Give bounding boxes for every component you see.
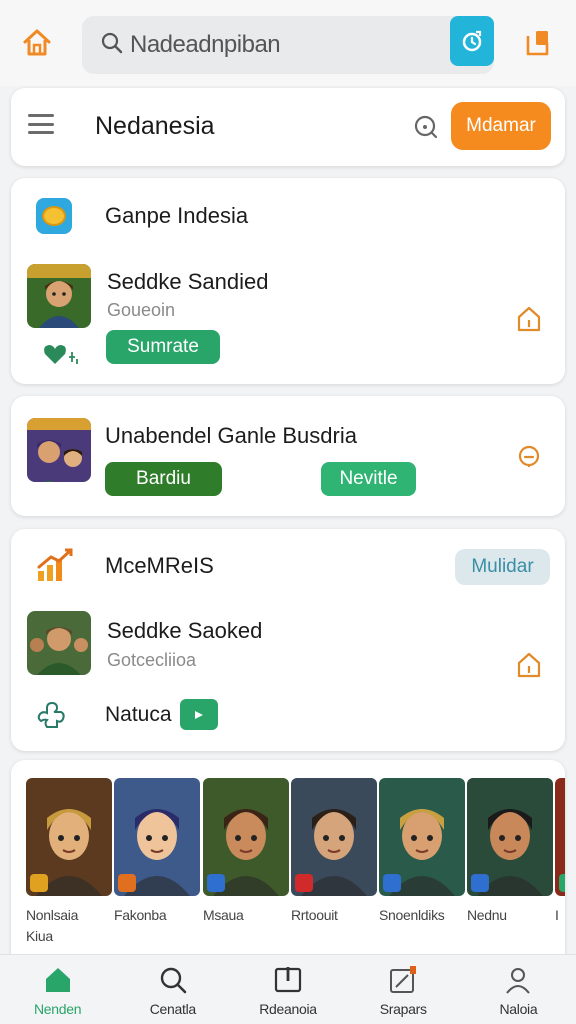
nav-label: Cenatla bbox=[149, 1001, 196, 1017]
voice-search-button[interactable] bbox=[450, 16, 494, 66]
game-thumbnail[interactable] bbox=[27, 611, 91, 675]
game-title: Rrtoouit bbox=[291, 907, 338, 923]
game-cover-image bbox=[26, 778, 112, 896]
download-button[interactable]: Bardiu bbox=[105, 462, 222, 496]
search-icon bbox=[100, 31, 124, 60]
chart-icon bbox=[35, 547, 75, 588]
game-tile[interactable]: I bbox=[555, 778, 565, 926]
item-subtitle: Gotcecliioa bbox=[107, 650, 197, 670]
extra-label: Natuca bbox=[105, 703, 172, 726]
heart-icon[interactable] bbox=[43, 342, 83, 371]
platform-badge-icon bbox=[118, 874, 136, 892]
game-tile[interactable]: Nonlsaia Kiua bbox=[26, 778, 112, 947]
game-strip: Nonlsaia Kiua Fakonba Msaua Rrtoouit Snoenld… bbox=[26, 778, 565, 960]
search-icon bbox=[160, 967, 187, 994]
game-title: Snoenldiks bbox=[379, 907, 445, 923]
nav-item-home[interactable]: Nenden bbox=[0, 955, 115, 1024]
nav-label: Rdeanoia bbox=[259, 1001, 317, 1017]
home-outline-icon[interactable] bbox=[516, 651, 542, 679]
search-icon[interactable] bbox=[413, 114, 439, 140]
game-cover-image bbox=[114, 778, 200, 896]
nav-item-edit[interactable]: Srapars bbox=[346, 955, 461, 1024]
nav-item-profile[interactable]: Naloia bbox=[461, 955, 576, 1024]
home-icon[interactable] bbox=[18, 24, 56, 62]
item-subtitle: Goueoin bbox=[107, 300, 176, 320]
home-icon bbox=[45, 968, 70, 992]
game-cover-image bbox=[203, 778, 289, 896]
game-title: Nednu bbox=[467, 907, 507, 923]
section-title: MceMReIS bbox=[105, 553, 214, 578]
game-cover-image bbox=[555, 778, 565, 896]
item-title: Unabendel Ganle Busdria bbox=[105, 423, 357, 448]
game-tile[interactable]: Snoenldiks bbox=[379, 778, 465, 926]
menu-icon[interactable] bbox=[28, 114, 54, 134]
summary-button[interactable]: Sumrate bbox=[106, 330, 220, 364]
puzzle-icon bbox=[35, 699, 69, 738]
home-outline-icon[interactable] bbox=[516, 305, 542, 333]
game-cover-image bbox=[379, 778, 465, 896]
game-strip-card: Nonlsaia Kiua Fakonba Msaua Rrtoouit Snoenld… bbox=[11, 760, 565, 960]
game-tile[interactable]: Msaua bbox=[203, 778, 289, 926]
bell-icon[interactable] bbox=[517, 444, 541, 473]
nav-label: Nenden bbox=[33, 1001, 82, 1017]
play-badge[interactable] bbox=[180, 699, 218, 730]
game-cover-image bbox=[291, 778, 377, 896]
profile-icon bbox=[506, 968, 531, 994]
platform-badge-icon bbox=[295, 874, 313, 892]
search-bar[interactable]: Nadeadnpiban bbox=[82, 16, 494, 74]
platform-badge-icon bbox=[383, 874, 401, 892]
nav-item-grid[interactable]: Rdeanoia bbox=[230, 955, 345, 1024]
bottom-nav: Nenden Cenatla Rdeanoia Srapars Naloia bbox=[0, 954, 576, 1024]
game-title: Fakonba bbox=[114, 907, 167, 923]
game-category-icon bbox=[36, 198, 72, 234]
item-title: Seddke Sandied bbox=[107, 269, 269, 294]
game-tile[interactable]: Nednu bbox=[467, 778, 553, 926]
platform-badge-icon bbox=[559, 874, 565, 892]
game-title: Msaua bbox=[203, 907, 244, 923]
grid-icon bbox=[274, 967, 302, 993]
game-cover-image bbox=[467, 778, 553, 896]
primary-action-button[interactable]: Mdamar bbox=[451, 102, 551, 150]
game-tile[interactable]: Fakonba bbox=[114, 778, 200, 926]
item-title: Seddke Saoked bbox=[107, 618, 263, 643]
filter-chip[interactable]: Mulidar bbox=[455, 549, 550, 585]
game-tile[interactable]: Rrtoouit bbox=[291, 778, 377, 926]
featured-game-card: Unabendel Ganle Busdria Bardiu Nevitle bbox=[11, 396, 565, 516]
game-title: I bbox=[555, 907, 559, 923]
top-bar: Nadeadnpiban bbox=[0, 0, 576, 86]
share-icon[interactable] bbox=[520, 24, 556, 62]
nav-label: Srapars bbox=[379, 1001, 427, 1017]
game-thumbnail[interactable] bbox=[27, 264, 91, 328]
game-thumbnail[interactable] bbox=[27, 418, 91, 482]
search-input[interactable]: Nadeadnpiban bbox=[130, 31, 281, 59]
new-title-button[interactable]: Nevitle bbox=[321, 462, 416, 496]
edit-icon bbox=[390, 966, 417, 993]
page-title: Nedanesia bbox=[95, 112, 215, 140]
game-title: Nonlsaia Kiua bbox=[26, 907, 79, 944]
platform-badge-icon bbox=[471, 874, 489, 892]
stats-section-card: MceMReIS Mulidar Seddke Saoked Gotceclii… bbox=[11, 529, 565, 751]
platform-badge-icon bbox=[30, 874, 48, 892]
platform-badge-icon bbox=[207, 874, 225, 892]
section-title: Ganpe Indesia bbox=[105, 203, 249, 228]
title-card: Nedanesia Mdamar bbox=[11, 88, 565, 166]
nav-item-search[interactable]: Cenatla bbox=[115, 955, 230, 1024]
nav-label: Naloia bbox=[499, 1001, 538, 1017]
game-section-card: Ganpe Indesia Seddke Sandied Goueoin Sum… bbox=[11, 178, 565, 384]
